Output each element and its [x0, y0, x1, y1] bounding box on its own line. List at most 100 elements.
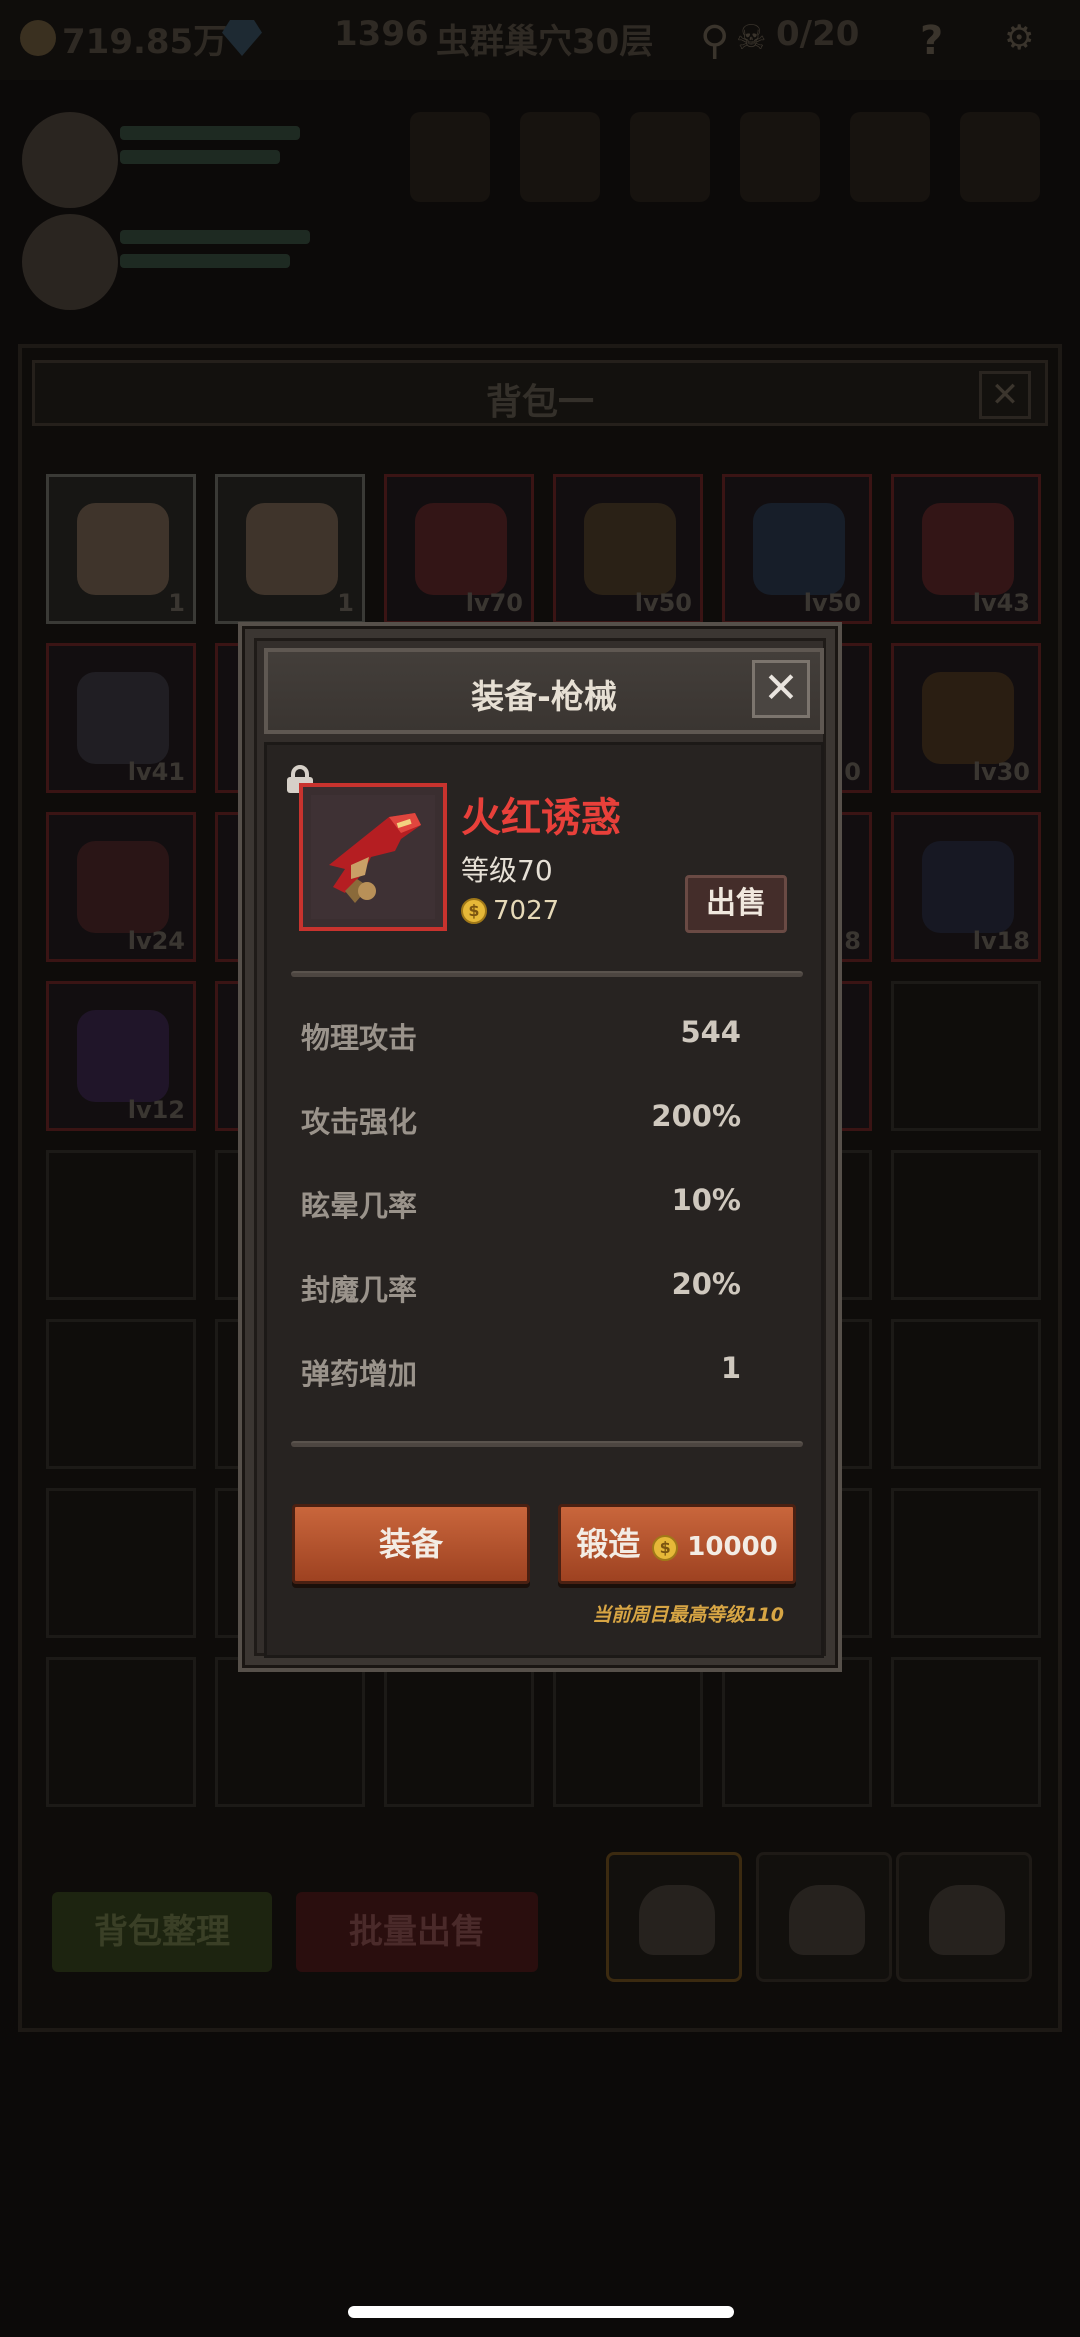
stat-row: 眩晕几率 10% [301, 1175, 741, 1225]
inventory-slot[interactable]: 1 [46, 474, 196, 624]
inventory-slot[interactable]: lv18 [891, 812, 1041, 962]
inventory-slot[interactable] [891, 1150, 1041, 1300]
close-button[interactable]: ✕ [752, 660, 810, 718]
gauntlet-icon [922, 503, 1014, 595]
item-level: lv43 [972, 589, 1030, 617]
equip-slot[interactable] [740, 112, 820, 202]
forge-cost: $ 10000 [652, 1532, 778, 1562]
inventory-slot[interactable]: lv70 [384, 474, 534, 624]
hero-mp-bar [120, 150, 280, 164]
hero-mp-bar [120, 254, 290, 268]
gun-icon [311, 795, 435, 919]
inventory-slot[interactable]: lv24 [46, 812, 196, 962]
top-status-bar: 719.85万 1396 虫群巢穴30层 ⚲ ☠ 0/20 ? ⚙ [0, 0, 1080, 80]
item-level: 8 [844, 927, 861, 955]
item-level: lv50 [634, 589, 692, 617]
skull-icon: ☠ [736, 18, 767, 58]
item-level: 0 [844, 758, 861, 786]
stat-value: 1 [720, 1351, 741, 1385]
hero-row-1 [0, 100, 1080, 220]
inventory-slot[interactable] [891, 1319, 1041, 1469]
item-level: lv30 [972, 758, 1030, 786]
inventory-slot[interactable]: lv50 [722, 474, 872, 624]
item-level: lv18 [972, 927, 1030, 955]
gold-amount: 719.85万 [62, 22, 228, 62]
backpack-icon [789, 1885, 865, 1955]
inventory-slot[interactable]: lv30 [891, 643, 1041, 793]
item-count: 1 [337, 589, 354, 617]
inventory-slot[interactable]: lv50 [553, 474, 703, 624]
item-level: lv24 [127, 927, 185, 955]
item-image-frame [299, 783, 447, 931]
necklace-icon [77, 841, 169, 933]
forge-cost-value: 10000 [687, 1532, 778, 1562]
sort-backpack-button[interactable]: 背包整理 [52, 1892, 272, 1972]
inventory-slot[interactable] [891, 1657, 1041, 1807]
key-count: 0/20 [776, 14, 860, 54]
stat-value: 20% [671, 1267, 741, 1301]
ring-icon [922, 672, 1014, 764]
bow-icon [584, 503, 676, 595]
backpack-icon [929, 1885, 1005, 1955]
modal-title: 装备-枪械 [471, 677, 617, 716]
sell-button[interactable]: 出售 [685, 875, 787, 933]
inventory-slot[interactable] [891, 981, 1041, 1131]
equip-slot[interactable] [960, 112, 1040, 202]
bag-tab-2[interactable] [756, 1852, 892, 1982]
backpack-header: 背包一 ✕ [32, 360, 1048, 426]
item-price: $7027 [461, 895, 559, 926]
help-icon[interactable]: ? [920, 18, 943, 64]
equip-slot[interactable] [520, 112, 600, 202]
inventory-slot[interactable] [891, 1488, 1041, 1638]
stat-value: 10% [671, 1183, 741, 1217]
hero-hp-bar [120, 230, 310, 244]
item-price-value: 7027 [493, 895, 560, 926]
stat-label: 眩晕几率 [301, 1189, 418, 1223]
armor-icon [77, 672, 169, 764]
inventory-slot[interactable] [46, 1657, 196, 1807]
item-detail-modal: 装备-枪械 ✕ 火红诱惑 等级70 $7027 出售 物理攻击 544 攻击强化… [238, 622, 842, 1672]
inventory-slot[interactable] [215, 1657, 365, 1807]
score-value: 1396 [334, 14, 429, 54]
gold-coin-icon [20, 20, 56, 56]
bag-tab-3[interactable] [896, 1852, 1032, 1982]
inventory-slot[interactable] [384, 1657, 534, 1807]
equip-slot[interactable] [410, 112, 490, 202]
inventory-slot[interactable]: lv41 [46, 643, 196, 793]
inventory-slot[interactable]: lv43 [891, 474, 1041, 624]
hero-avatar[interactable] [22, 214, 118, 310]
item-level: lv70 [465, 589, 523, 617]
max-level-note: 当前周目最高等级110 [592, 1604, 784, 1626]
bulk-sell-button[interactable]: 批量出售 [296, 1892, 538, 1972]
gold-coin-icon: $ [461, 897, 487, 924]
item-level: 等级70 [461, 854, 553, 887]
inventory-slot[interactable]: 1 [215, 474, 365, 624]
boots-icon [922, 841, 1014, 933]
equip-button[interactable]: 装备 [292, 1504, 530, 1584]
inventory-slot[interactable] [46, 1488, 196, 1638]
equip-slot[interactable] [630, 112, 710, 202]
forge-button[interactable]: 锻造 $ 10000 [558, 1504, 796, 1584]
backpack-title: 背包一 [485, 382, 594, 423]
equip-slot[interactable] [850, 112, 930, 202]
hero-hp-bar [120, 126, 300, 140]
home-indicator[interactable] [348, 2306, 734, 2318]
bag-tab-1[interactable] [606, 1852, 742, 1982]
hero-avatar[interactable] [22, 112, 118, 208]
cake-icon [77, 503, 169, 595]
divider [291, 1441, 803, 1447]
stat-label: 物理攻击 [301, 1021, 418, 1055]
inventory-slot[interactable]: lv12 [46, 981, 196, 1131]
backpack-close-button[interactable]: ✕ [979, 371, 1031, 419]
stat-row: 封魔几率 20% [301, 1259, 741, 1309]
stat-row: 攻击强化 200% [301, 1091, 741, 1141]
inventory-slot[interactable] [553, 1657, 703, 1807]
inventory-slot[interactable] [722, 1657, 872, 1807]
settings-icon[interactable]: ⚙ [1004, 18, 1034, 58]
diamond-icon [222, 20, 262, 56]
item-level: lv12 [127, 1096, 185, 1124]
inventory-slot[interactable] [46, 1319, 196, 1469]
inventory-slot[interactable] [46, 1150, 196, 1300]
gold-coin-icon: $ [652, 1534, 679, 1561]
cake-icon [246, 503, 338, 595]
